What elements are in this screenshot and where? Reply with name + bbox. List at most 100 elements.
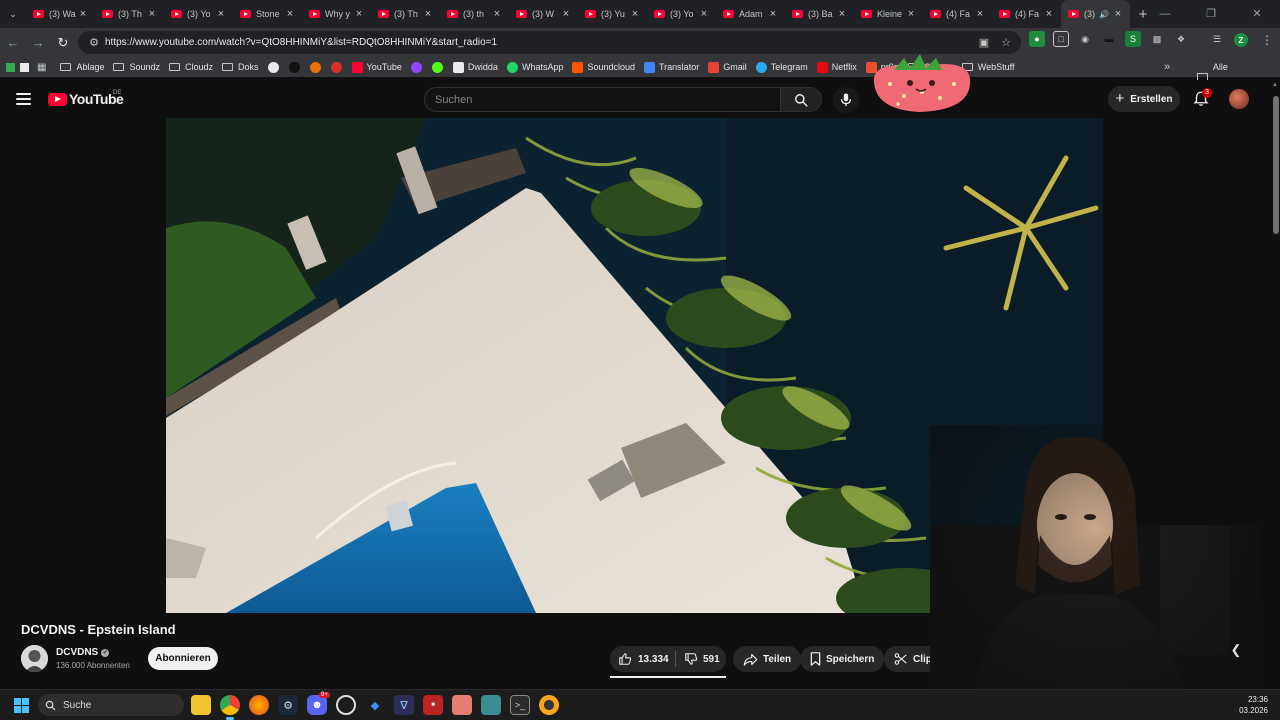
subscribe-button[interactable]: Abonnieren bbox=[148, 647, 218, 670]
browser-tab[interactable]: Stone × bbox=[233, 0, 302, 28]
search-box[interactable] bbox=[424, 87, 781, 112]
browser-tab[interactable]: Kleine × bbox=[854, 0, 923, 28]
paint-app-icon[interactable] bbox=[452, 695, 472, 715]
extension-icon-1[interactable]: ● bbox=[1029, 31, 1045, 47]
vscode-icon[interactable]: ◆ bbox=[365, 695, 385, 715]
browser-tab[interactable]: (3) Th × bbox=[95, 0, 164, 28]
bookmark-item[interactable] bbox=[309, 61, 325, 73]
browser-tab[interactable]: (3) Yo × bbox=[647, 0, 716, 28]
menu-icon[interactable] bbox=[16, 93, 31, 105]
steam-icon[interactable]: ⚙ bbox=[278, 695, 298, 715]
bookmark-item[interactable] bbox=[431, 61, 447, 73]
bookmark-item[interactable]: Gmail bbox=[708, 61, 747, 73]
close-tab-icon[interactable]: × bbox=[215, 8, 227, 20]
profile-avatar[interactable]: Z bbox=[1234, 33, 1248, 47]
url-text[interactable]: https://www.youtube.com/watch?v=QtO8HHIN… bbox=[105, 37, 497, 48]
save-button[interactable]: Speichern bbox=[800, 646, 885, 672]
close-tab-icon[interactable]: × bbox=[284, 8, 296, 20]
site-info-icon[interactable]: ⚙ bbox=[84, 36, 104, 49]
notepad-icon[interactable] bbox=[481, 695, 501, 715]
close-tab-icon[interactable]: × bbox=[77, 8, 89, 20]
browser-tab[interactable]: (3) th × bbox=[440, 0, 509, 28]
chrome-icon[interactable] bbox=[220, 695, 240, 715]
bookmark-item[interactable]: YouTube bbox=[351, 61, 402, 73]
browser-tab[interactable]: (3) Th × bbox=[371, 0, 440, 28]
extension-icon-5[interactable]: S bbox=[1125, 31, 1141, 47]
browser-tab[interactable]: (3) Ba × bbox=[785, 0, 854, 28]
terminal-icon[interactable]: >_ bbox=[510, 695, 530, 715]
scroll-up-arrow-icon[interactable]: ▲ bbox=[1272, 82, 1278, 88]
windows-start-icon[interactable] bbox=[14, 698, 29, 713]
extension-icon-6[interactable]: ▩ bbox=[1149, 31, 1165, 47]
close-tab-icon[interactable]: × bbox=[767, 8, 779, 20]
bookmark-item[interactable]: Cloudz bbox=[169, 62, 213, 72]
taskbar-search-box[interactable]: Suche bbox=[38, 694, 184, 716]
channel-name[interactable]: DCVDNS bbox=[56, 647, 98, 658]
like-button[interactable]: 13.334 bbox=[610, 651, 676, 667]
speaker-icon[interactable]: 🔊 bbox=[1099, 10, 1109, 19]
search-button[interactable] bbox=[781, 87, 822, 112]
close-tab-icon[interactable]: × bbox=[353, 8, 365, 20]
tab-search-icon[interactable]: ⌄ bbox=[0, 0, 26, 28]
search-input[interactable] bbox=[435, 93, 780, 106]
minimize-icon[interactable]: — bbox=[1142, 0, 1188, 28]
browser-tab[interactable]: Why y × bbox=[302, 0, 371, 28]
bookmark-item[interactable]: Soundz bbox=[113, 62, 160, 72]
apps-grid-icon[interactable]: ▦ bbox=[37, 62, 46, 73]
address-bar[interactable]: ⚙ https://www.youtube.com/watch?v=QtO8HH… bbox=[78, 31, 1021, 54]
browser-tab[interactable]: (4) Fa × bbox=[992, 0, 1061, 28]
close-tab-icon[interactable]: × bbox=[836, 8, 848, 20]
bookmark-item[interactable]: WhatsApp bbox=[506, 61, 563, 73]
channel-name-row[interactable]: DCVDNS ✓ bbox=[56, 647, 110, 658]
bookmark-item[interactable]: Netflix bbox=[816, 61, 857, 73]
close-tab-icon[interactable]: × bbox=[905, 8, 917, 20]
bookmark-item[interactable] bbox=[330, 61, 346, 73]
bookmark-item[interactable] bbox=[288, 61, 304, 73]
extensions-puzzle-icon[interactable]: ❖ bbox=[1173, 31, 1189, 47]
share-button[interactable]: Teilen bbox=[733, 646, 802, 672]
browser-menu-icon[interactable]: ⋮ bbox=[1261, 33, 1273, 47]
close-tab-icon[interactable]: × bbox=[422, 8, 434, 20]
more-bookmarks-icon[interactable]: » bbox=[1164, 57, 1170, 77]
bookmark-star-icon[interactable]: ☆ bbox=[1001, 36, 1011, 49]
firefox-icon[interactable] bbox=[249, 695, 269, 715]
obs-icon[interactable] bbox=[539, 695, 559, 715]
reload-button[interactable]: ↻ bbox=[51, 31, 75, 55]
extension-icon-2[interactable]: □ bbox=[1053, 31, 1069, 47]
close-tab-icon[interactable]: × bbox=[1112, 8, 1124, 20]
bookmark-item[interactable]: Dwidda bbox=[452, 61, 498, 73]
bookmark-item[interactable]: Telegram bbox=[755, 61, 808, 73]
extension-icon-3[interactable]: ◉ bbox=[1077, 31, 1093, 47]
account-avatar[interactable] bbox=[1229, 89, 1249, 109]
forward-button[interactable]: → bbox=[26, 31, 50, 55]
system-clock[interactable]: 23:36 03.2026 bbox=[1239, 694, 1268, 716]
close-tab-icon[interactable]: × bbox=[698, 8, 710, 20]
github-icon[interactable] bbox=[336, 695, 356, 715]
browser-tab[interactable]: (3) W × bbox=[509, 0, 578, 28]
close-tab-icon[interactable]: × bbox=[1043, 8, 1055, 20]
create-button[interactable]: + Erstellen bbox=[1108, 86, 1180, 112]
media-controls-icon[interactable]: ☰ bbox=[1209, 31, 1225, 47]
recorder-app-icon[interactable]: ■ bbox=[423, 695, 443, 715]
bookmark-item[interactable] bbox=[410, 61, 426, 73]
close-tab-icon[interactable]: × bbox=[629, 8, 641, 20]
browser-tab[interactable]: (3) 🔊 × bbox=[1061, 0, 1130, 28]
close-window-icon[interactable]: ✕ bbox=[1234, 0, 1280, 28]
bookmark-apps-icon[interactable] bbox=[6, 62, 15, 72]
install-app-icon[interactable]: ▣ bbox=[979, 36, 989, 49]
browser-tab[interactable]: (3) Yo × bbox=[164, 0, 233, 28]
bookmark-page-icon[interactable] bbox=[20, 62, 29, 72]
channel-avatar[interactable] bbox=[21, 645, 48, 672]
maximize-icon[interactable]: ❐ bbox=[1188, 0, 1234, 28]
close-tab-icon[interactable]: × bbox=[974, 8, 986, 20]
discord-icon[interactable]: ☻ bbox=[307, 695, 327, 715]
close-tab-icon[interactable]: × bbox=[560, 8, 572, 20]
browser-tab[interactable]: (4) Fa × bbox=[923, 0, 992, 28]
bookmark-item[interactable]: Soundcloud bbox=[572, 61, 635, 73]
audio-app-icon[interactable]: ∇ bbox=[394, 695, 414, 715]
file-explorer-icon[interactable] bbox=[191, 695, 211, 715]
browser-tab[interactable]: (3) Wa × bbox=[26, 0, 95, 28]
browser-tab[interactable]: Adam × bbox=[716, 0, 785, 28]
browser-tab[interactable]: (3) Yu × bbox=[578, 0, 647, 28]
bookmark-item[interactable]: Doks bbox=[222, 62, 259, 72]
